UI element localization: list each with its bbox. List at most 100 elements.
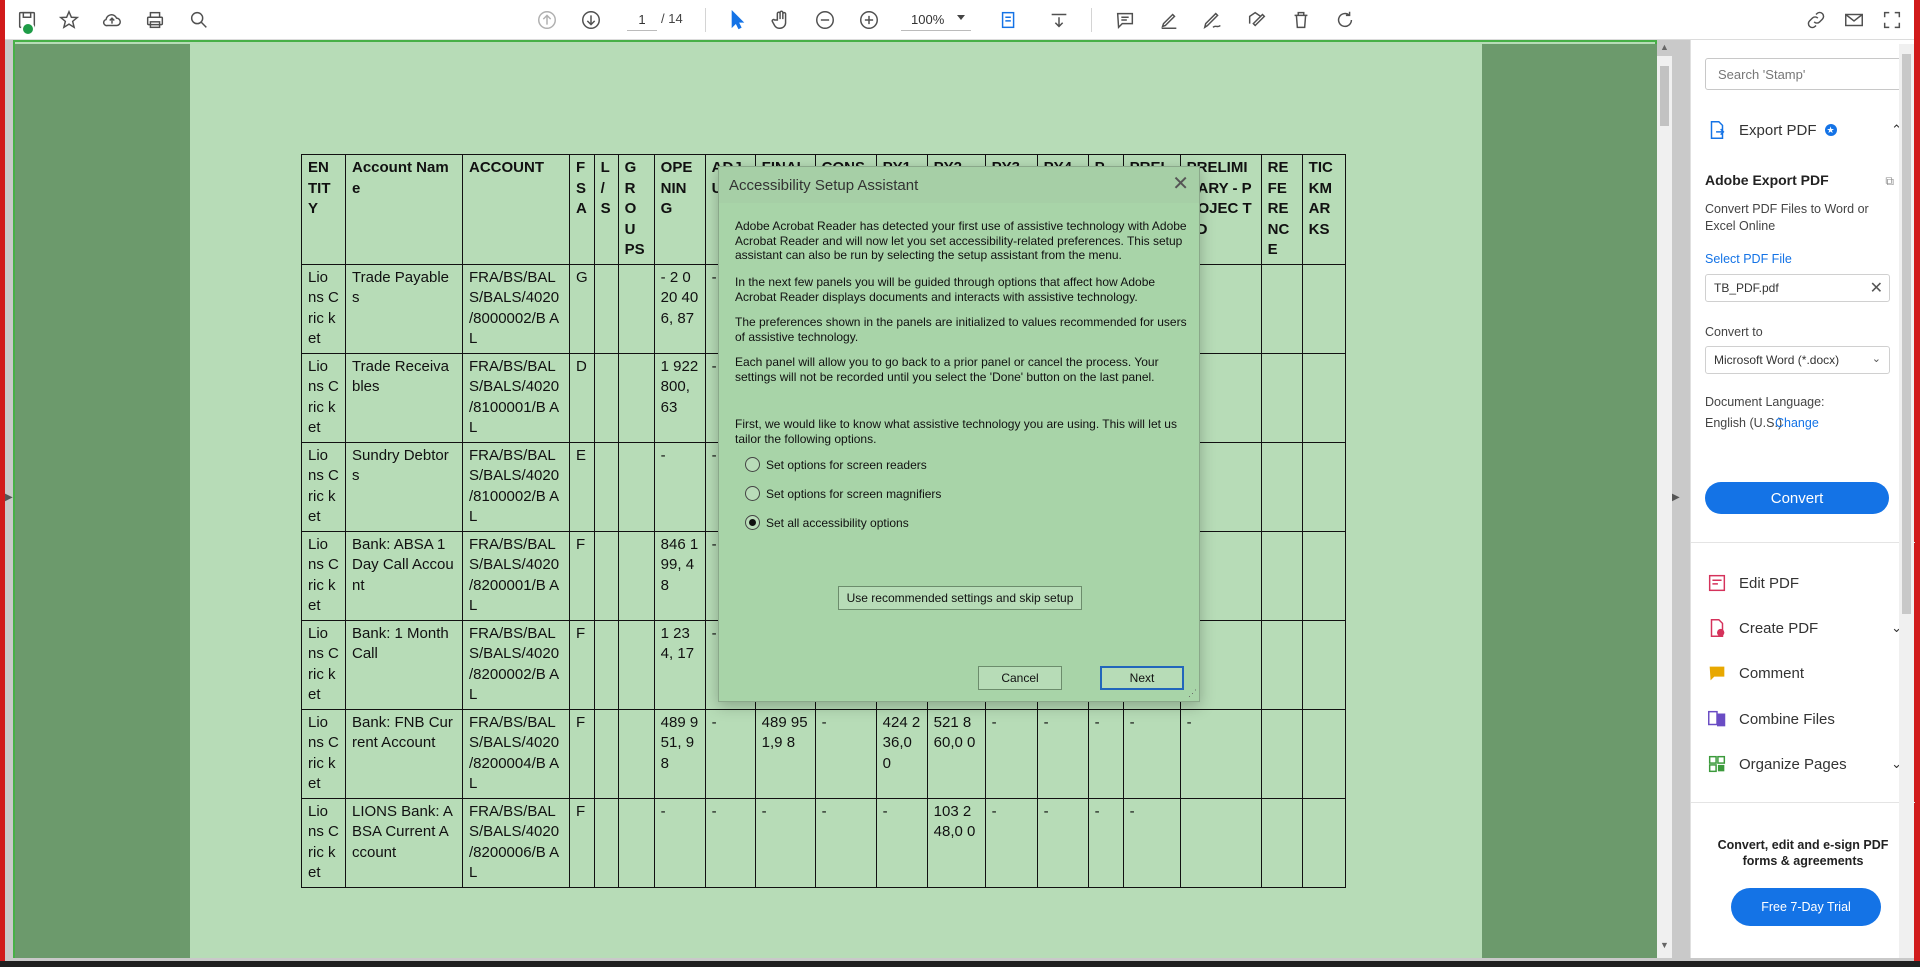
- table-cell: Lio ns Cric ket: [301, 441, 346, 532]
- fill-sign-icon[interactable]: [1243, 6, 1271, 34]
- window-frame-right: [1914, 0, 1920, 967]
- column-header: F S A: [569, 154, 595, 265]
- panel-divider: [1691, 542, 1915, 543]
- chevron-down-icon[interactable]: [957, 15, 965, 20]
- skip-setup-button[interactable]: Use recommended settings and skip setup: [838, 586, 1082, 610]
- table-cell: [617, 441, 655, 532]
- hand-tool-icon[interactable]: [767, 6, 795, 34]
- expand-icon[interactable]: [1878, 6, 1906, 34]
- toolbar-divider: [705, 8, 706, 32]
- table-cell: [617, 708, 655, 799]
- table-cell: -: [704, 708, 756, 799]
- format-select[interactable]: Microsoft Word (*.docx) ⌄: [1705, 346, 1890, 374]
- tool-edit-pdf[interactable]: Edit PDF: [1705, 571, 1799, 595]
- format-value: Microsoft Word (*.docx): [1714, 353, 1840, 367]
- draw-pen-icon[interactable]: [1199, 6, 1227, 34]
- document-scrollbar[interactable]: [1657, 56, 1672, 958]
- copy-icon[interactable]: ⧉: [1885, 174, 1894, 189]
- table-cell: FRA/BS/BAL S/BALS/4020 /8200004/B AL: [462, 708, 570, 799]
- highlight-pen-icon[interactable]: [1155, 6, 1183, 34]
- selected-file-field[interactable]: TB_PDF.pdf ✕: [1705, 274, 1890, 302]
- zoom-in-icon[interactable]: [855, 6, 883, 34]
- table-cell: F: [569, 708, 595, 799]
- tools-pane: Search 'Stamp' Export PDF ★ ⌃ Adobe Expo…: [1690, 40, 1915, 958]
- zoom-out-icon[interactable]: [811, 6, 839, 34]
- tool-label: Edit PDF: [1739, 574, 1800, 592]
- convert-button[interactable]: Convert: [1705, 482, 1889, 514]
- select-pdf-file-link[interactable]: Select PDF File: [1705, 252, 1792, 266]
- radio-button-selected[interactable]: [745, 515, 760, 530]
- search-input[interactable]: Search 'Stamp': [1705, 58, 1905, 90]
- table-cell: -: [1087, 797, 1124, 888]
- tool-label: Comment: [1739, 664, 1805, 682]
- left-panel-toggle-icon[interactable]: ▶: [5, 492, 13, 508]
- table-cell: E: [569, 441, 595, 532]
- cancel-button[interactable]: Cancel: [978, 666, 1062, 690]
- column-header: OPE NIN G: [653, 154, 706, 265]
- cloud-upload-icon[interactable]: [98, 6, 126, 34]
- email-icon[interactable]: [1840, 6, 1868, 34]
- table-row: Lio ns Cric ket LIONS Bank: ABSA Current …: [301, 797, 1346, 888]
- close-icon[interactable]: ✕: [1172, 171, 1189, 196]
- radio-button[interactable]: [745, 486, 760, 501]
- table-cell: FRA/BS/BAL S/BALS/4020 /8100001/B AL: [462, 352, 570, 443]
- page-number-input[interactable]: [627, 9, 657, 31]
- table-cell: [593, 263, 619, 354]
- print-icon[interactable]: [141, 6, 169, 34]
- promo-text: Convert, edit and e-sign PDF forms & agr…: [1717, 838, 1889, 868]
- previous-page-icon[interactable]: [533, 6, 561, 34]
- table-cell: Trade Receivables: [345, 352, 463, 443]
- table-cell: 489 951,9 8: [754, 708, 816, 799]
- tool-organize-pages[interactable]: Organize Pages: [1705, 752, 1847, 776]
- zoom-level-select[interactable]: 100%: [901, 9, 971, 31]
- column-header: L / S: [593, 154, 619, 265]
- free-trial-button[interactable]: Free 7-Day Trial: [1731, 888, 1881, 926]
- tool-combine-files[interactable]: Combine Files: [1705, 707, 1835, 731]
- comment-icon[interactable]: [1111, 6, 1139, 34]
- table-cell: [1260, 708, 1303, 799]
- share-link-icon[interactable]: [1802, 6, 1830, 34]
- table-cell: F: [569, 530, 595, 621]
- table-cell: [617, 619, 655, 710]
- next-button[interactable]: Next: [1100, 666, 1184, 690]
- page-display-icon[interactable]: [995, 6, 1023, 34]
- radio-button[interactable]: [745, 457, 760, 472]
- select-pointer-icon[interactable]: [723, 6, 751, 34]
- bookmark-star-icon[interactable]: [55, 6, 83, 34]
- table-cell: Lio ns Cric ket: [301, 797, 346, 888]
- page-total-label: / 14: [661, 11, 683, 26]
- export-pdf-header[interactable]: Export PDF ★: [1705, 118, 1837, 142]
- resize-grip-icon[interactable]: ⋰: [1188, 688, 1197, 699]
- option-screen-magnifiers[interactable]: Set options for screen magnifiers: [745, 486, 941, 501]
- chevron-down-icon[interactable]: ⌄: [1872, 352, 1881, 365]
- tool-comment[interactable]: Comment: [1705, 661, 1804, 685]
- zoom-search-icon[interactable]: [185, 6, 213, 34]
- convert-to-label: Convert to: [1705, 325, 1763, 339]
- window-frame-left: [0, 0, 5, 967]
- table-cell: Lio ns Cric ket: [301, 708, 346, 799]
- scroll-mode-icon[interactable]: [1045, 6, 1073, 34]
- column-header: RE FE RE NC E: [1260, 154, 1303, 265]
- scroll-up-icon[interactable]: ▲: [1660, 42, 1669, 52]
- table-cell: -: [1122, 708, 1181, 799]
- scrollbar-thumb[interactable]: [1902, 54, 1911, 614]
- change-language-link[interactable]: Change: [1775, 416, 1819, 430]
- clear-file-icon[interactable]: ✕: [1870, 278, 1883, 298]
- table-cell: [593, 797, 619, 888]
- table-cell: D: [569, 352, 595, 443]
- option-screen-readers[interactable]: Set options for screen readers: [745, 457, 927, 472]
- next-page-icon[interactable]: [577, 6, 605, 34]
- option-all-accessibility[interactable]: Set all accessibility options: [745, 515, 909, 530]
- scroll-down-icon[interactable]: ▼: [1660, 940, 1669, 950]
- delete-icon[interactable]: [1287, 6, 1315, 34]
- tool-create-pdf[interactable]: Create PDF: [1705, 616, 1818, 640]
- panel-divider: [1691, 802, 1915, 803]
- table-cell: [1301, 619, 1346, 710]
- scrollbar-thumb[interactable]: [1660, 66, 1669, 126]
- dialog-question-text: First, we would like to know what assist…: [735, 417, 1177, 446]
- dialog-preferences-text: The preferences shown in the panels are …: [735, 315, 1187, 344]
- tools-pane-scrollbar[interactable]: [1899, 44, 1914, 958]
- right-panel-toggle-icon[interactable]: ▶: [1672, 492, 1680, 508]
- rotate-icon[interactable]: [1331, 6, 1359, 34]
- table-cell: FRA/BS/BAL S/BALS/4020 /8200001/B AL: [462, 530, 570, 621]
